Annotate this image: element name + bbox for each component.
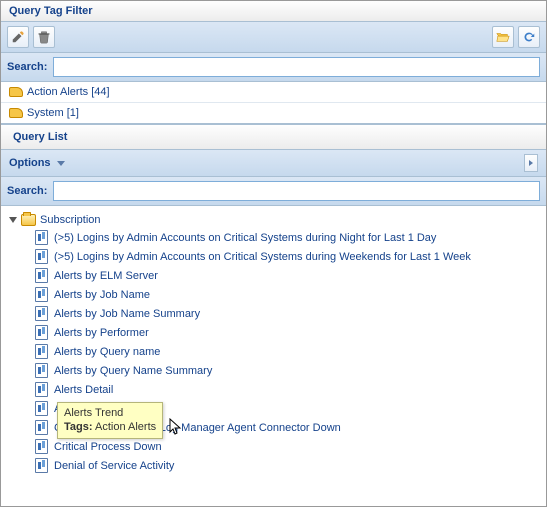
tag-icon — [9, 108, 23, 118]
folder-icon — [21, 214, 36, 226]
tree-root-label: Subscription — [40, 214, 101, 226]
tree-item[interactable]: Alerts by Job Name Summary — [31, 304, 542, 323]
tree-item[interactable]: Alerts by ELM Server — [31, 266, 542, 285]
tree-item[interactable]: (>5) Logins by Admin Accounts on Critica… — [31, 228, 542, 247]
tree-item-label: Alerts by Performer — [54, 327, 149, 339]
tree-item[interactable]: Alerts by Job Name — [31, 285, 542, 304]
tree-item[interactable]: Critical Process Down — [31, 437, 542, 456]
tree-item[interactable]: Alerts Detail — [31, 380, 542, 399]
edit-button[interactable] — [7, 26, 29, 48]
tree-item[interactable]: (>5) Logins by Admin Accounts on Critica… — [31, 247, 542, 266]
report-icon — [35, 401, 48, 416]
tooltip-title: Alerts Trend — [64, 406, 156, 420]
tree-item-label: Alerts by Job Name Summary — [54, 308, 200, 320]
tag-icon — [9, 87, 23, 97]
report-icon — [35, 344, 48, 359]
tree-item-label: Denial of Service Activity — [54, 460, 174, 472]
chevron-icon — [527, 159, 535, 167]
panel-collapse-button[interactable] — [524, 154, 538, 172]
query-list-header: Query List — [1, 124, 546, 150]
report-icon — [35, 268, 48, 283]
report-icon — [35, 306, 48, 321]
tree-item[interactable]: Alerts by Performer — [31, 323, 542, 342]
tooltip: Alerts Trend Tags: Action Alerts — [57, 402, 163, 439]
report-icon — [35, 363, 48, 378]
tree-item-label: Alerts by ELM Server — [54, 270, 158, 282]
trash-icon — [37, 30, 51, 44]
options-label: Options — [9, 157, 51, 169]
folder-open-icon — [496, 30, 510, 44]
tooltip-tags-value: Action Alerts — [95, 421, 156, 433]
query-tree: Subscription (>5) Logins by Admin Accoun… — [1, 206, 546, 506]
tag-label: System [1] — [27, 107, 79, 119]
report-icon — [35, 439, 48, 454]
query-search-label: Search: — [7, 185, 47, 197]
report-icon — [35, 458, 48, 473]
tree-item-label: Alerts by Query Name Summary — [54, 365, 212, 377]
tag-toolbar — [1, 22, 546, 53]
query-list-title: Query List — [13, 131, 67, 143]
tree-node-subscription[interactable]: Subscription — [5, 212, 542, 228]
tag-list: Action Alerts [44] System [1] — [1, 82, 546, 124]
tree-item-label: Alerts Detail — [54, 384, 113, 396]
tag-search-input[interactable] — [53, 57, 540, 77]
tag-search-label: Search: — [7, 61, 47, 73]
refresh-button[interactable] — [518, 26, 540, 48]
pencil-icon — [11, 30, 25, 44]
tag-label: Action Alerts [44] — [27, 86, 110, 98]
options-menu[interactable]: Options — [9, 157, 65, 169]
tag-filter-title: Query Tag Filter — [9, 5, 93, 17]
report-icon — [35, 249, 48, 264]
query-search-input[interactable] — [53, 181, 540, 201]
report-icon — [35, 420, 48, 435]
tree-item[interactable]: Denial of Service Activity — [31, 456, 542, 475]
tag-filter-header: Query Tag Filter — [1, 1, 546, 22]
tree-collapse-icon — [9, 217, 17, 223]
report-icon — [35, 325, 48, 340]
report-icon — [35, 230, 48, 245]
tree-item-label: Alerts by Query name — [54, 346, 160, 358]
tag-search-bar: Search: — [1, 53, 546, 82]
tree-item-label: Critical Process Down — [54, 441, 162, 453]
tag-item-system[interactable]: System [1] — [1, 103, 546, 123]
tree-item-label: Alerts by Job Name — [54, 289, 150, 301]
tree-item-label: (>5) Logins by Admin Accounts on Critica… — [54, 251, 471, 263]
query-search-bar: Search: — [1, 177, 546, 206]
tree-item-label: (>5) Logins by Admin Accounts on Critica… — [54, 232, 436, 244]
refresh-icon — [522, 30, 536, 44]
delete-button[interactable] — [33, 26, 55, 48]
options-bar: Options — [1, 150, 546, 177]
tooltip-tags-label: Tags: — [64, 421, 93, 433]
chevron-down-icon — [57, 161, 65, 166]
open-folder-button[interactable] — [492, 26, 514, 48]
tag-item-action-alerts[interactable]: Action Alerts [44] — [1, 82, 546, 103]
tree-item[interactable]: Alerts by Query name — [31, 342, 542, 361]
report-icon — [35, 382, 48, 397]
report-icon — [35, 287, 48, 302]
tree-item[interactable]: Alerts by Query Name Summary — [31, 361, 542, 380]
